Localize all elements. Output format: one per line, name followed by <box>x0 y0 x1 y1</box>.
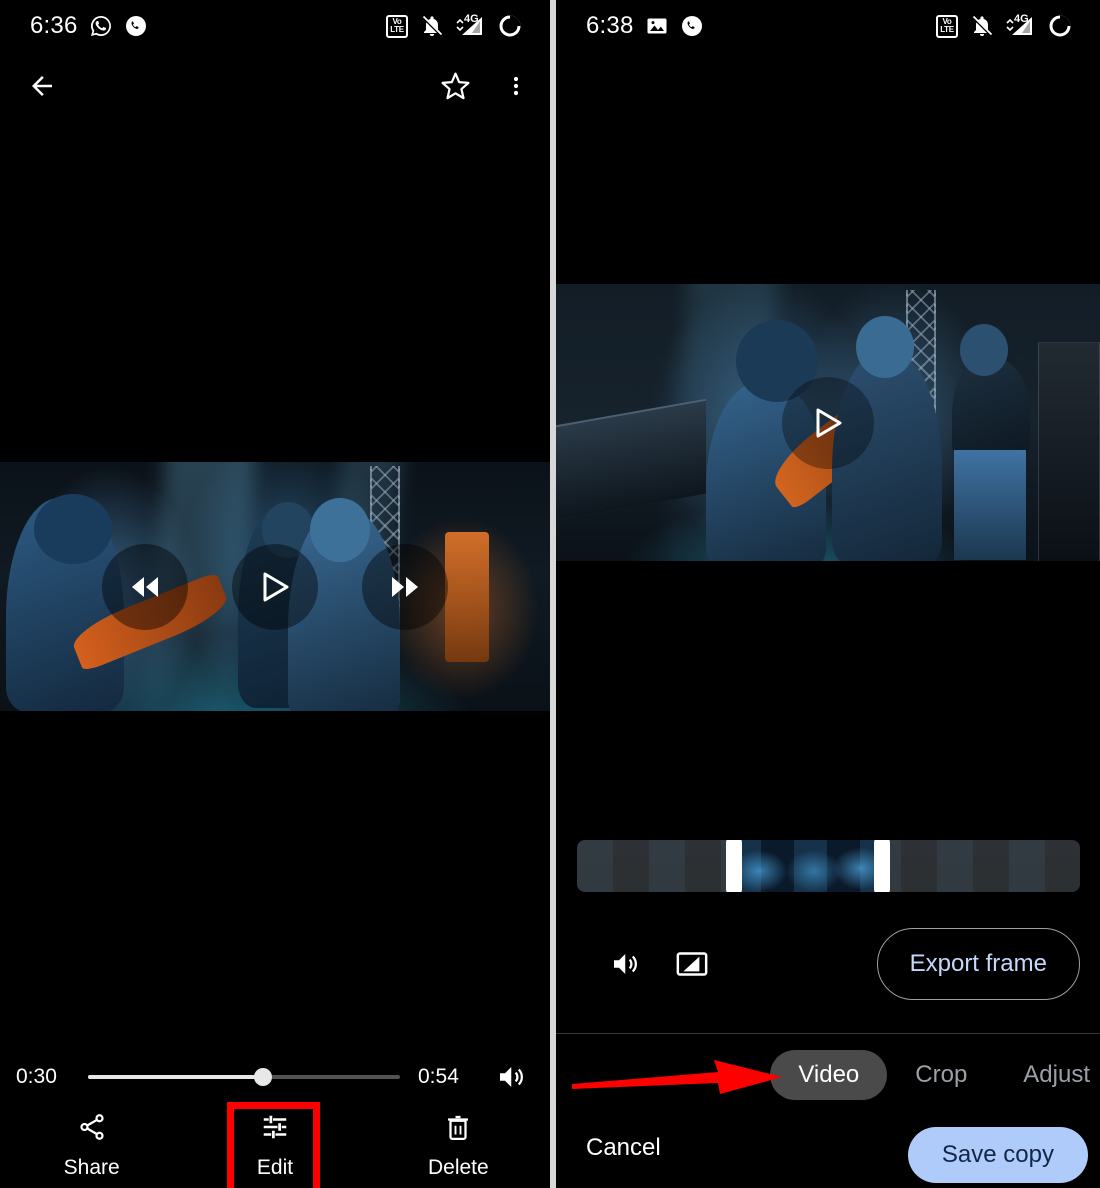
stabilize-frame-icon[interactable] <box>666 938 718 990</box>
photos-image-icon <box>645 14 669 38</box>
tab-crop[interactable]: Crop <box>887 1050 995 1100</box>
forward-10-icon[interactable] <box>362 543 448 630</box>
star-outline-icon[interactable] <box>427 58 483 114</box>
whatsapp-icon <box>89 14 113 38</box>
volte-bottom-label: LTE <box>390 25 404 34</box>
editor-bottom-bar: Cancel Save copy <box>556 1120 1100 1188</box>
video-overlay-controls <box>0 450 550 723</box>
play-icon[interactable] <box>232 543 318 630</box>
seek-thumb[interactable] <box>253 1068 272 1086</box>
status-clock: 6:38 <box>586 12 634 39</box>
volume-up-icon[interactable] <box>494 1062 526 1092</box>
tab-crop-label: Crop <box>915 1061 968 1088</box>
signal-4g-icon: 4G <box>456 13 486 38</box>
seek-slider[interactable] <box>88 1068 400 1086</box>
trash-icon <box>443 1112 473 1147</box>
export-frame-label: Export frame <box>909 950 1047 977</box>
share-icon <box>77 1112 107 1147</box>
status-bar: 6:38 Vo LTE 4G <box>556 0 1100 52</box>
photo-actions-bar: Share Edit Delete <box>0 1104 550 1188</box>
status-bar-right: Vo LTE 4G <box>386 13 550 38</box>
network-type-label: 4G <box>464 13 479 25</box>
status-bar-left: 6:38 <box>556 12 704 40</box>
volte-icon: Vo LTE <box>936 14 958 38</box>
tab-adjust-label: Adjust <box>1023 1061 1090 1088</box>
notifications-muted-icon <box>970 14 994 38</box>
battery-icon <box>498 14 522 38</box>
tab-video-label: Video <box>798 1061 860 1088</box>
seek-bar-row: 0:30 0:54 <box>0 1058 550 1096</box>
tune-sliders-icon <box>260 1112 290 1147</box>
phone-call-icon <box>124 14 148 38</box>
share-label: Share <box>63 1156 120 1179</box>
video-tools-row: Export frame <box>556 928 1100 1000</box>
volte-bottom-label: LTE <box>940 25 954 34</box>
share-button[interactable]: Share <box>0 1104 183 1188</box>
seek-progress-fill <box>88 1075 263 1079</box>
edit-label: Edit <box>256 1156 294 1179</box>
notifications-muted-icon <box>420 14 444 38</box>
screenshot-root: 6:36 Vo LTE 4G 0:30 0:54 Share Edit Dele… <box>0 0 1100 1188</box>
back-arrow-icon[interactable] <box>14 58 70 114</box>
current-time-label: 0:30 <box>16 1065 57 1088</box>
trim-start-handle[interactable] <box>725 840 742 892</box>
rewind-10-icon[interactable] <box>102 543 188 630</box>
tab-adjust[interactable]: Adjust <box>995 1050 1100 1100</box>
volume-up-icon[interactable] <box>598 938 650 990</box>
save-copy-label: Save copy <box>941 1141 1054 1168</box>
signal-4g-icon: 4G <box>1006 13 1036 38</box>
edit-button[interactable]: Edit <box>183 1104 366 1188</box>
editor-divider <box>556 1033 1100 1034</box>
phone-call-icon <box>680 14 704 38</box>
more-vert-icon[interactable] <box>488 58 544 114</box>
right-phone-panel: 6:38 Vo LTE 4G Export frame Video Crop A… <box>556 0 1100 1188</box>
network-type-label: 4G <box>1014 13 1029 25</box>
video-preview[interactable] <box>0 450 550 723</box>
delete-label: Delete <box>427 1156 489 1179</box>
photo-viewer-appbar <box>0 58 550 116</box>
left-phone-panel: 6:36 Vo LTE 4G 0:30 0:54 Share Edit Dele… <box>0 0 550 1188</box>
trim-filmstrip-bright <box>727 840 884 892</box>
delete-button[interactable]: Delete <box>367 1104 550 1188</box>
video-editor-preview[interactable] <box>556 272 1100 573</box>
status-bar-right: Vo LTE 4G <box>936 13 1100 38</box>
status-clock: 6:36 <box>30 12 78 39</box>
trim-end-handle[interactable] <box>873 840 890 892</box>
export-frame-button[interactable]: Export frame <box>876 928 1080 1000</box>
play-icon[interactable] <box>782 376 874 469</box>
battery-icon <box>1048 14 1072 38</box>
cancel-button[interactable]: Cancel <box>586 1134 661 1162</box>
red-pointer-arrow <box>568 1058 788 1098</box>
trim-selected-range <box>727 840 884 892</box>
status-bar-left: 6:36 <box>0 12 148 40</box>
total-time-label: 0:54 <box>418 1065 459 1088</box>
save-copy-button[interactable]: Save copy <box>907 1127 1088 1183</box>
status-bar: 6:36 Vo LTE 4G <box>0 0 550 52</box>
cancel-label: Cancel <box>586 1134 661 1161</box>
video-trim-timeline[interactable] <box>577 840 1080 892</box>
video-overlay-controls <box>556 272 1100 573</box>
volte-icon: Vo LTE <box>386 14 408 38</box>
